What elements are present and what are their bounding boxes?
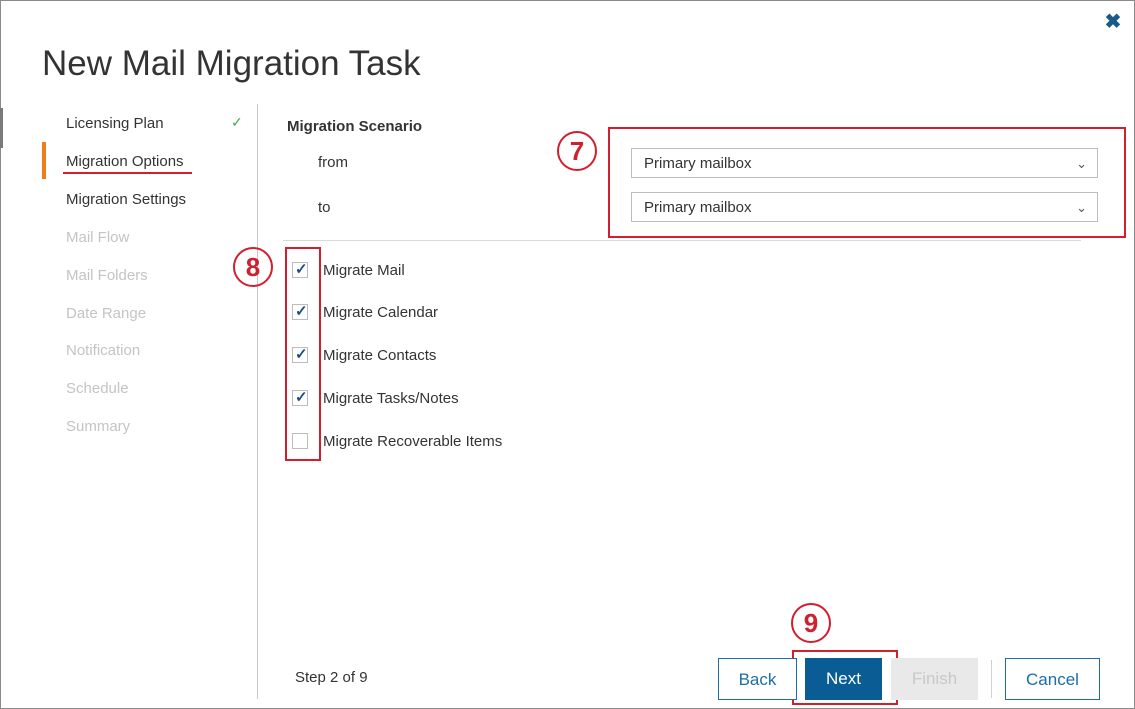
nav-item-label: Summary: [66, 418, 131, 435]
nav-item-mail-flow: Mail Flow: [66, 226, 129, 250]
step-indicator: Step 2 of 9: [295, 669, 368, 686]
nav-item-label: Schedule: [66, 380, 129, 397]
annotation-number: 9: [791, 603, 831, 643]
nav-item-notification: Notification: [66, 339, 140, 363]
annotation-number: 8: [233, 247, 273, 287]
from-label: from: [318, 154, 348, 171]
annotation-underline: [63, 172, 192, 174]
section-divider: [283, 240, 1081, 241]
option-label: Migrate Recoverable Items: [323, 433, 503, 450]
nav-item-summary: Summary: [66, 415, 130, 439]
nav-item-mail-folders: Mail Folders: [66, 264, 148, 288]
cancel-button[interactable]: Cancel: [1005, 658, 1100, 700]
option-label: Migrate Contacts: [323, 347, 437, 364]
nav-item-label: Date Range: [66, 305, 147, 322]
active-step-indicator: [42, 142, 46, 179]
dialog-title: New Mail Migration Task: [42, 44, 421, 83]
wizard-nav: Licensing Plan ✓ Migration Options Migra…: [42, 104, 258, 699]
to-label: to: [318, 199, 331, 216]
finish-button: Finish: [891, 658, 978, 700]
checkmark-icon: ✓: [231, 114, 243, 130]
nav-item-label: Notification: [66, 342, 141, 359]
close-icon[interactable]: ✖: [1103, 12, 1123, 32]
nav-item-label: Licensing Plan: [66, 115, 164, 132]
nav-item-migration-settings[interactable]: Migration Settings: [66, 188, 186, 212]
option-label: Migrate Calendar: [323, 304, 439, 321]
option-label: Migrate Tasks/Notes: [323, 390, 459, 407]
nav-item-label: Mail Folders: [66, 267, 148, 284]
nav-item-date-range: Date Range: [66, 302, 146, 326]
nav-item-schedule: Schedule: [66, 377, 129, 401]
migration-scenario-heading: Migration Scenario: [287, 118, 423, 135]
nav-item-licensing-plan[interactable]: Licensing Plan: [66, 112, 164, 136]
annotation-box-scenario: [608, 127, 1126, 238]
next-button[interactable]: Next: [805, 658, 882, 700]
nav-item-migration-options[interactable]: Migration Options: [66, 150, 184, 174]
nav-item-label: Migration Settings: [66, 191, 187, 208]
nav-item-label: Mail Flow: [66, 229, 130, 246]
annotation-box-options: [285, 247, 321, 461]
option-label: Migrate Mail: [323, 262, 405, 279]
annotation-number: 7: [557, 131, 597, 171]
nav-item-label: Migration Options: [66, 153, 184, 170]
background-edge: [0, 108, 3, 148]
button-separator: [991, 660, 992, 698]
back-button[interactable]: Back: [718, 658, 797, 700]
